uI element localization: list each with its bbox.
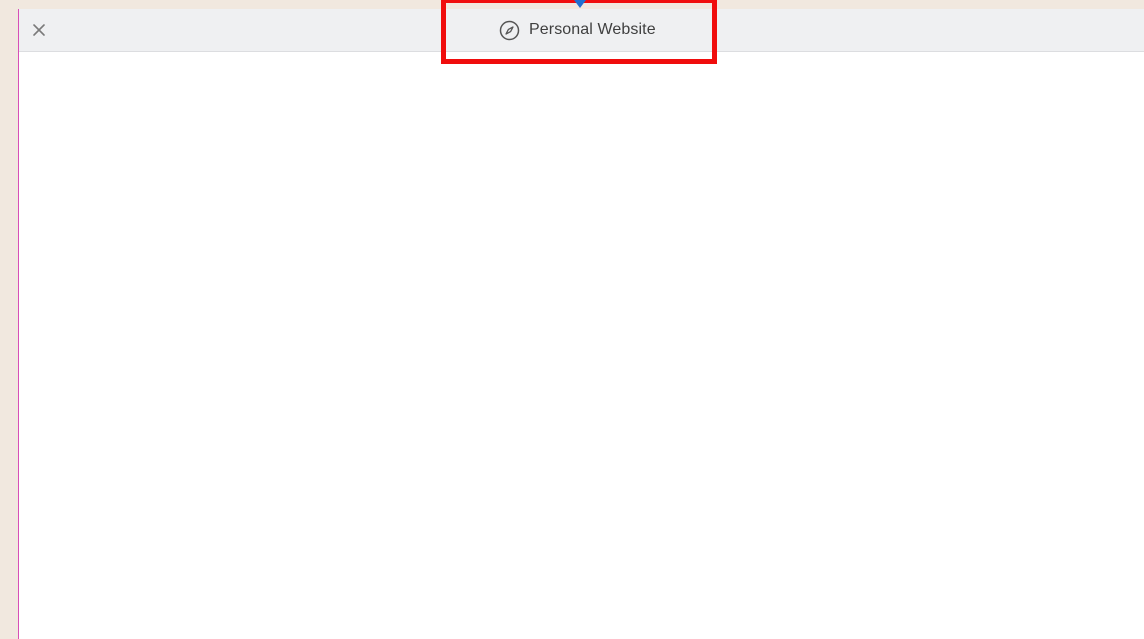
window-titlebar: Personal Website [19,9,1144,52]
compass-icon [499,20,520,41]
window-title: Personal Website [529,21,656,38]
pointer-marker [574,0,586,8]
window-title-group[interactable]: Personal Website [499,19,656,41]
browser-window: Personal Website [18,9,1144,639]
close-icon[interactable] [29,20,49,40]
page-content-area [19,52,1144,639]
screen: Personal Website [0,0,1144,639]
